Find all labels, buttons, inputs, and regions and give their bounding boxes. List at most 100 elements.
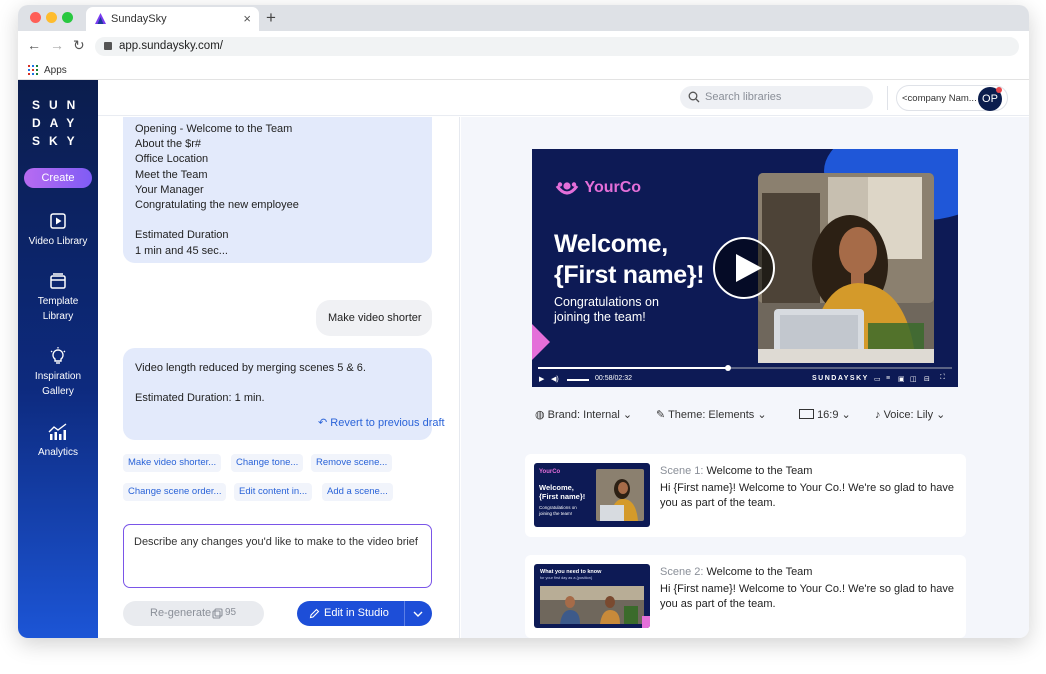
theme-dropdown[interactable]: ✎ Theme: Elements ⌄ xyxy=(656,408,767,421)
volume-slider[interactable] xyxy=(567,379,589,381)
sidebar-item-video-library[interactable]: Video Library xyxy=(18,212,98,249)
search-placeholder: Search libraries xyxy=(705,91,782,103)
palette-icon: ◍ xyxy=(535,409,545,421)
thumb-headline: What you need to know xyxy=(540,569,602,575)
thumb-subheadline: for your first day as a {position} xyxy=(540,576,593,580)
scene-card[interactable]: What you need to know for your first day… xyxy=(525,555,966,638)
sundaysky-logo[interactable]: SUN DAY SKY xyxy=(32,96,84,150)
thumb-headline: Welcome, {First name}! xyxy=(539,483,586,501)
theme-dropdown-label: Theme: Elements xyxy=(668,409,755,421)
sundaysky-app: SUN DAY SKY Create Video Library Templat… xyxy=(18,80,1029,638)
scene-number: Scene 1: xyxy=(660,465,704,477)
browser-tab[interactable]: SundaySky × xyxy=(86,7,259,31)
close-window-icon[interactable] xyxy=(30,12,41,23)
reload-icon[interactable]: ↻ xyxy=(73,37,85,54)
chevron-down-icon[interactable] xyxy=(413,610,423,618)
brief-line: Office Location xyxy=(135,153,209,166)
reply-line: Estimated Duration: 1 min. xyxy=(135,392,265,405)
scene-number: Scene 2: xyxy=(660,566,704,578)
subheadline-line: Congratulations on xyxy=(554,295,659,309)
headline-line: {First name}! xyxy=(554,261,705,289)
suggestion-chip[interactable]: Make video shorter... xyxy=(123,454,222,472)
volume-icon[interactable]: ◀) xyxy=(551,375,559,383)
lightbulb-icon xyxy=(50,347,66,364)
scene-title: Welcome to the Team xyxy=(706,566,813,578)
logo-line: SKY xyxy=(32,134,84,148)
progress-handle[interactable] xyxy=(725,365,732,371)
progress-track[interactable] xyxy=(538,365,952,371)
apps-bookmark[interactable]: Apps xyxy=(44,65,67,76)
aspect-ratio-dropdown[interactable]: 16:9 ⌄ xyxy=(799,408,851,421)
suggestion-chip[interactable]: Change scene order... xyxy=(123,483,227,501)
edit-in-studio-button[interactable]: Edit in Studio xyxy=(297,601,432,626)
company-name: <company Nam... xyxy=(902,93,977,104)
transcript-icon[interactable]: ≡ xyxy=(886,375,890,382)
scene-card[interactable]: YourCo Welcome, {First name}! Congratula… xyxy=(525,454,966,537)
sundaysky-watermark: SUNDAYSKY xyxy=(812,375,869,382)
brief-change-input[interactable]: Describe any changes you'd like to make … xyxy=(123,524,432,588)
tab-title: SundaySky xyxy=(111,13,167,25)
video-headline: Welcome, {First name}! xyxy=(554,229,705,291)
suggestion-chip[interactable]: Edit content in... xyxy=(234,483,313,501)
subheadline-line: joining the team! xyxy=(554,310,646,324)
sidebar-item-label: Video Library xyxy=(28,236,88,247)
regenerate-button[interactable]: Re-generate 95 xyxy=(123,601,264,626)
maximize-window-icon[interactable] xyxy=(62,12,73,23)
credits-icon xyxy=(212,608,223,619)
close-tab-icon[interactable]: × xyxy=(243,11,251,26)
revert-link[interactable]: ↶ Revert to previous draft xyxy=(318,416,445,431)
chevron-down-icon: ⌄ xyxy=(936,409,946,421)
suggestion-chip[interactable]: Change tone... xyxy=(231,454,304,472)
brief-line: Your Manager xyxy=(135,183,204,196)
scene-title-row: Scene 2: Welcome to the Team xyxy=(660,566,812,578)
template-icon xyxy=(50,273,66,289)
search-input[interactable]: Search libraries xyxy=(680,86,873,109)
sidebar-item-label: Inspiration Gallery xyxy=(34,371,82,397)
play-button[interactable] xyxy=(713,237,775,299)
new-tab-icon[interactable]: + xyxy=(266,8,276,28)
player-controls: ▶ ◀) 00:58/02:32 SUNDAYSKY ▭ ≡ ▣ ◫ ⊟ ⛶ xyxy=(532,372,958,387)
video-player[interactable]: YourCo Welcome, {First name}! Congratula… xyxy=(532,149,958,387)
sundaysky-favicon-icon xyxy=(95,13,106,24)
brand-dropdown[interactable]: ◍ Brand: Internal ⌄ xyxy=(535,408,632,421)
sidebar-item-inspiration-gallery[interactable]: Inspiration Gallery xyxy=(18,347,98,399)
headline-line: Welcome, xyxy=(554,230,668,258)
cc-icon[interactable]: ▣ xyxy=(898,375,905,383)
chevron-down-icon: ⌄ xyxy=(841,409,851,421)
sidebar-item-analytics[interactable]: Analytics xyxy=(18,423,98,460)
lock-icon xyxy=(104,42,112,50)
fullscreen-icon[interactable]: ⛶ xyxy=(940,374,945,382)
chevron-down-icon: ⌄ xyxy=(757,409,767,421)
apps-grid-icon[interactable] xyxy=(28,65,38,75)
decor-shape xyxy=(532,324,550,360)
voice-dropdown-label: Voice: Lily xyxy=(883,409,934,421)
thumb-subheadline: Congratulations on joining the team! xyxy=(539,505,577,516)
split-divider xyxy=(404,601,405,626)
sidebar-item-label: Analytics xyxy=(37,447,78,458)
aspect-ratio-label: 16:9 xyxy=(817,409,839,421)
play-small-icon[interactable]: ▶ xyxy=(539,375,544,383)
revert-label: Revert to previous draft xyxy=(330,417,445,429)
logo-line: SUN xyxy=(32,98,85,112)
suggestion-chip[interactable]: Remove scene... xyxy=(311,454,393,472)
captions-icon[interactable]: ▭ xyxy=(874,375,881,383)
brand-logo: YourCo xyxy=(554,179,641,197)
create-button[interactable]: Create xyxy=(24,168,92,188)
credits-count: 95 xyxy=(225,607,237,618)
bookmarks-bar: Apps xyxy=(18,61,1029,80)
url-field[interactable]: app.sundaysky.com/ xyxy=(95,37,1019,56)
suggestion-chip[interactable]: Add a scene... xyxy=(322,483,393,501)
brief-line: 1 min and 45 sec... xyxy=(135,244,228,257)
voice-dropdown[interactable]: ♪ Voice: Lily ⌄ xyxy=(875,408,945,421)
user-message: Make video shorter xyxy=(316,300,432,336)
brief-line: Estimated Duration xyxy=(135,229,229,242)
forward-icon[interactable]: → xyxy=(50,37,64,53)
back-icon[interactable]: ← xyxy=(27,37,41,53)
sidebar-item-template-library[interactable]: Template Library xyxy=(18,272,98,324)
brand-dropdown-label: Brand: Internal xyxy=(547,409,620,421)
thumb-presenter-image xyxy=(596,469,644,521)
minimize-window-icon[interactable] xyxy=(46,12,57,23)
settings-icon[interactable]: ⊟ xyxy=(924,375,930,383)
audio-description-icon[interactable]: ◫ xyxy=(910,375,917,383)
video-subheadline: Congratulations on joining the team! xyxy=(554,295,659,325)
